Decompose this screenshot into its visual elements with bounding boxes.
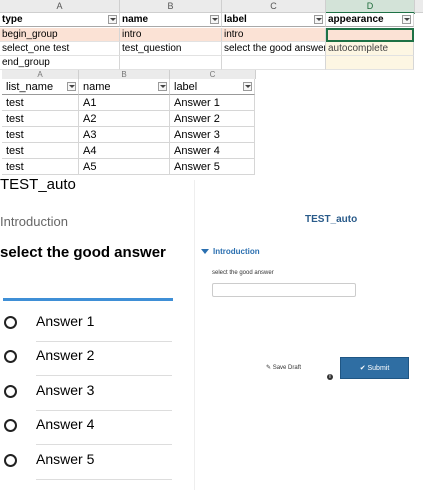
header-appearance: appearance: [326, 13, 414, 27]
choice-option[interactable]: Answer 2: [0, 342, 172, 376]
question-label: select the good answer: [212, 270, 274, 276]
cell[interactable]: A3: [79, 127, 170, 143]
header-list-name: list_name: [2, 79, 79, 95]
filter-dropdown-icon[interactable]: [243, 82, 252, 91]
choice-label: Answer 2: [36, 347, 95, 363]
radio-button[interactable]: [4, 454, 17, 467]
column-header-c[interactable]: C: [222, 0, 326, 13]
choice-option[interactable]: Answer 4: [0, 411, 172, 445]
cell[interactable]: select the good answer: [222, 42, 326, 56]
info-icon[interactable]: i: [327, 374, 333, 380]
radio-button[interactable]: [4, 316, 17, 329]
cell[interactable]: end_group: [0, 56, 120, 70]
group-header[interactable]: Introduction: [201, 247, 260, 256]
radio-button[interactable]: [4, 419, 17, 432]
column-header-b[interactable]: B: [79, 70, 170, 79]
filter-dropdown-icon[interactable]: [402, 15, 411, 24]
question-label: select the good answer: [0, 244, 166, 261]
filter-dropdown-icon[interactable]: [108, 15, 117, 24]
choice-option[interactable]: Answer 1: [0, 308, 172, 342]
cell[interactable]: A4: [79, 143, 170, 159]
cell[interactable]: Answer 5: [170, 159, 255, 175]
cell[interactable]: A2: [79, 111, 170, 127]
submit-button[interactable]: ✔ Submit: [340, 357, 409, 379]
cell[interactable]: Answer 1: [170, 95, 255, 111]
cell[interactable]: select_one test: [0, 42, 120, 56]
cell[interactable]: intro: [120, 28, 222, 42]
cell[interactable]: test_question: [120, 42, 222, 56]
column-header-a[interactable]: A: [2, 70, 79, 79]
column-header-b[interactable]: B: [120, 0, 222, 13]
choice-label: Answer 4: [36, 416, 95, 432]
cell[interactable]: begin_group: [0, 28, 120, 42]
group-label: Introduction: [0, 214, 68, 229]
column-header-a[interactable]: A: [0, 0, 120, 13]
choice-label: Answer 5: [36, 451, 95, 467]
cell[interactable]: autocomplete: [326, 42, 414, 56]
cell[interactable]: A1: [79, 95, 170, 111]
cell[interactable]: test: [2, 127, 79, 143]
autocomplete-search-input[interactable]: [3, 298, 173, 301]
filter-dropdown-icon[interactable]: [314, 15, 323, 24]
cell[interactable]: test: [2, 111, 79, 127]
filter-dropdown-icon[interactable]: [210, 15, 219, 24]
save-draft-button[interactable]: ✎ Save Draft: [266, 364, 301, 371]
group-label: Introduction: [213, 247, 260, 256]
column-header-c[interactable]: C: [170, 70, 256, 79]
header-type: type: [0, 13, 120, 27]
sheet-survey: A B C D type name label appearance begin…: [0, 0, 423, 72]
cell[interactable]: Answer 4: [170, 143, 255, 159]
choice-option[interactable]: Answer 5: [0, 446, 172, 480]
cell[interactable]: Answer 3: [170, 127, 255, 143]
filter-dropdown-icon[interactable]: [158, 82, 167, 91]
header-name: name: [79, 79, 170, 95]
filter-dropdown-icon[interactable]: [67, 82, 76, 91]
cell[interactable]: A5: [79, 159, 170, 175]
cell[interactable]: test: [2, 95, 79, 111]
form-title: TEST_auto: [0, 176, 76, 193]
choice-label: Answer 1: [36, 313, 95, 329]
header-label: label: [222, 13, 326, 27]
choice-option[interactable]: Answer 3: [0, 377, 172, 411]
cell[interactable]: Answer 2: [170, 111, 255, 127]
header-label: label: [170, 79, 255, 95]
radio-button[interactable]: [4, 385, 17, 398]
radio-button[interactable]: [4, 350, 17, 363]
cell[interactable]: [222, 56, 326, 70]
selected-cell[interactable]: [326, 28, 414, 42]
form-title: TEST_auto: [305, 214, 358, 225]
header-name: name: [120, 13, 222, 27]
cell[interactable]: test: [2, 159, 79, 175]
choice-label: Answer 3: [36, 382, 95, 398]
autocomplete-input[interactable]: [212, 283, 356, 297]
cell[interactable]: [120, 56, 222, 70]
divider: [194, 180, 195, 490]
column-header-d[interactable]: D: [326, 0, 415, 14]
caret-down-icon[interactable]: [201, 249, 209, 254]
column-header-e[interactable]: [415, 0, 423, 13]
cell[interactable]: test: [2, 143, 79, 159]
cell[interactable]: [326, 56, 414, 70]
cell[interactable]: intro: [222, 28, 326, 42]
